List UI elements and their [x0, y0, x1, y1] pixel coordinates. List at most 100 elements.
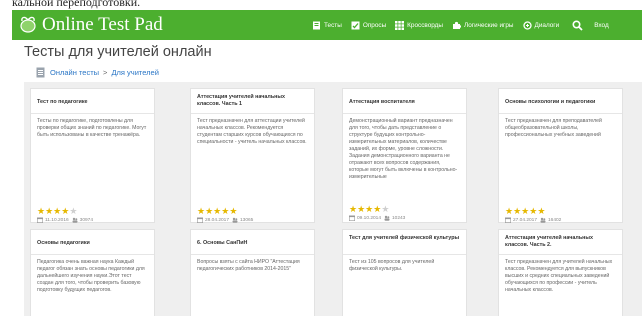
star-icon: ★ [61, 206, 70, 216]
nav-login[interactable]: Вход [594, 22, 608, 29]
test-card[interactable]: Основы педагогики Педагогика очень важна… [30, 229, 155, 316]
rating-stars: ★ ★ ★ ★ ★ [37, 207, 77, 216]
puzzle-icon [453, 21, 462, 29]
nav-dialogs-label: Диалоги [534, 21, 560, 29]
star-icon: ★ [197, 206, 206, 216]
card-date: 27.04.2017 [513, 217, 538, 223]
nav-tests[interactable]: Тесты [312, 21, 342, 30]
calendar-icon [349, 215, 355, 221]
calendar-icon [505, 217, 511, 223]
page-title: Тесты для учителей онлайн [24, 44, 212, 60]
views-icon [384, 215, 390, 221]
nav-tests-label: Тесты [324, 21, 342, 29]
card-divider [31, 113, 154, 114]
star-icon: ★ [521, 206, 530, 216]
star-icon: ★ [357, 204, 366, 214]
top-strip: кальной переподготовки. [0, 0, 642, 10]
test-card[interactable]: Основы психологии и педагогики Тест пред… [498, 88, 623, 223]
card-date: 11.10.2016 [45, 217, 69, 223]
search-icon [572, 19, 583, 31]
card-title: Аттестация учителей начальных классов. Ч… [197, 94, 286, 107]
nav-logic-games[interactable]: Логические игры [452, 21, 514, 30]
card-divider [31, 254, 154, 255]
views-icon [72, 217, 78, 223]
breadcrumb: Онлайн тесты > Для учителей [36, 67, 159, 78]
tests-icon [313, 21, 320, 29]
card-description: Тест предназначен для преподавателей общ… [505, 118, 602, 138]
logo-icon [20, 16, 36, 33]
main-nav: Тесты Опросы Кроссворды Логические игры … [312, 10, 618, 40]
breadcrumb-link-for-teachers[interactable]: Для учителей [111, 68, 158, 77]
card-divider [343, 254, 466, 255]
card-description: Вопросы взяты с сайта НИРО "Аттестация п… [197, 259, 300, 272]
crosswords-icon [395, 20, 405, 30]
star-icon: ★ [529, 206, 538, 216]
breadcrumb-link-online-tests[interactable]: Онлайн тесты [50, 68, 99, 77]
nav-crosswords[interactable]: Кроссворды [395, 20, 444, 30]
star-icon: ★ [365, 204, 374, 214]
card-divider [191, 254, 314, 255]
card-meta: 28.04.2017 13065 [197, 217, 253, 223]
test-card[interactable]: Тест по педагогике Тесты по педагогике, … [30, 88, 155, 223]
card-title: 6. Основы СанПиН [197, 240, 248, 246]
nav-surveys[interactable]: Опросы [351, 21, 386, 30]
star-empty-icon: ★ [69, 206, 78, 216]
nav-logic-games-label: Логические игры [464, 21, 514, 29]
star-icon: ★ [537, 206, 546, 216]
star-icon: ★ [205, 206, 214, 216]
card-description: Тест из 105 вопросов для учителей физиче… [349, 259, 435, 272]
card-title: Тест по педагогике [37, 99, 88, 105]
rating-stars: ★ ★ ★ ★ ★ [197, 207, 237, 216]
card-description: Демонстрационный вариант предназначен дл… [349, 118, 458, 180]
test-card[interactable]: 6. Основы СанПиН Вопросы взяты с сайта Н… [190, 229, 315, 316]
card-views: 30974 [79, 217, 93, 223]
nav-login-label: Вход [594, 21, 609, 29]
card-views: 10243 [392, 215, 406, 221]
card-title: Основы педагогики [37, 240, 90, 246]
star-icon: ★ [373, 204, 382, 214]
star-icon: ★ [45, 206, 54, 216]
star-icon: ★ [221, 206, 230, 216]
card-views: 16402 [548, 217, 562, 223]
site-header: Online Test Pad Тесты Опросы Кроссворды … [12, 10, 642, 40]
card-date: 09.10.2014 [357, 215, 382, 221]
tests-grid: Тест по педагогике Тесты по педагогике, … [24, 82, 642, 316]
top-strip-text: кальной переподготовки. [12, 0, 141, 9]
calendar-icon [197, 217, 203, 223]
surveys-icon [351, 21, 360, 29]
card-meta: 11.10.2016 30974 [37, 217, 93, 223]
card-description: Тест предназначен для аттестации учителе… [197, 118, 307, 145]
logo-text: Online Test Pad [42, 14, 163, 35]
logo[interactable]: Online Test Pad [18, 14, 163, 36]
test-card[interactable]: Тест для учителей физической культуры Те… [342, 229, 467, 316]
card-description: Тест предназначен для учителей начальных… [505, 259, 613, 293]
test-card[interactable]: Аттестация учителей начальных классов. Ч… [190, 88, 315, 223]
breadcrumb-separator: > [103, 68, 108, 77]
card-divider [499, 254, 622, 255]
test-card[interactable]: Аттестация учителей начальных классов. Ч… [498, 229, 623, 316]
dialogs-icon [522, 20, 532, 30]
nav-search[interactable] [572, 19, 586, 31]
nav-crosswords-label: Кроссворды [407, 21, 444, 29]
rating-stars: ★ ★ ★ ★ ★ [349, 205, 389, 214]
card-title: Тест для учителей физической культуры [349, 235, 460, 241]
card-description: Педагогика очень важная наука Каждый пед… [37, 259, 145, 293]
card-date: 28.04.2017 [205, 217, 230, 223]
document-icon [36, 67, 45, 78]
card-meta: 09.10.2014 10243 [349, 215, 405, 221]
nav-dialogs[interactable]: Диалоги [522, 20, 560, 30]
test-card[interactable]: Аттестация воспитателя Демонстрационный … [342, 88, 467, 223]
card-divider [191, 113, 314, 114]
star-icon: ★ [349, 204, 358, 214]
card-divider [343, 113, 466, 114]
card-title: Аттестация учителей начальных классов. Ч… [505, 235, 594, 248]
card-title: Основы психологии и педагогики [505, 99, 596, 105]
star-icon: ★ [513, 206, 522, 216]
nav-surveys-label: Опросы [362, 21, 387, 29]
star-icon: ★ [213, 206, 222, 216]
rating-stars: ★ ★ ★ ★ ★ [505, 207, 545, 216]
views-icon [232, 217, 238, 223]
card-title: Аттестация воспитателя [349, 99, 415, 105]
views-icon [540, 217, 546, 223]
card-meta: 27.04.2017 16402 [505, 217, 561, 223]
